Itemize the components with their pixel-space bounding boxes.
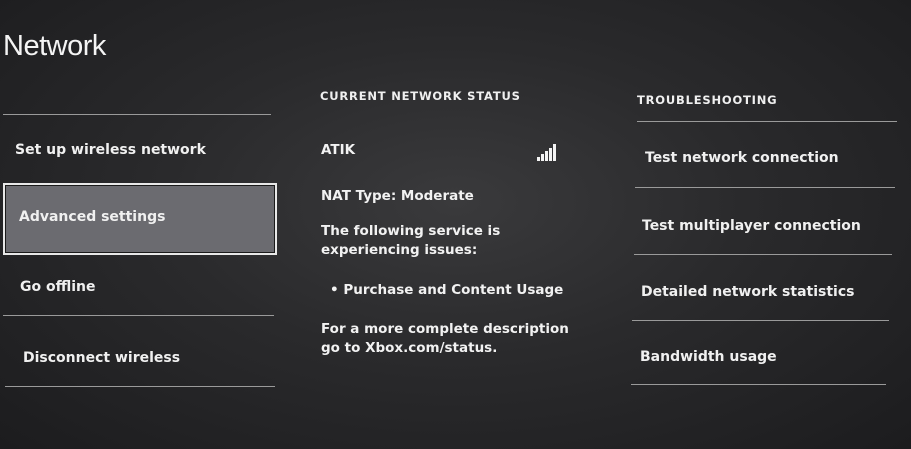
nat-type: NAT Type: Moderate [321,188,474,204]
signal-strength-icon [537,143,557,161]
page-title: Network [3,30,106,62]
divider [3,114,271,115]
divider [635,187,895,188]
detailed-network-statistics-button[interactable]: Detailed network statistics [641,284,854,300]
menu-item-setup-wireless[interactable]: Set up wireless network [3,135,273,165]
section-heading-troubleshooting: TROUBLESHOOTING [637,93,778,107]
divider [637,121,897,122]
service-issue-text: The following service is experiencing is… [321,223,501,258]
section-heading-status: CURRENT NETWORK STATUS [320,89,521,103]
test-network-connection-button[interactable]: Test network connection [645,150,839,166]
test-multiplayer-connection-button[interactable]: Test multiplayer connection [642,218,861,234]
menu-item-advanced-settings[interactable]: Advanced settings [3,183,277,255]
divider [5,386,275,387]
divider [3,315,274,316]
menu-item-label: Disconnect wireless [23,350,181,366]
affected-service: • Purchase and Content Usage [330,282,564,298]
network-name: ATIK [321,142,356,158]
bandwidth-usage-button[interactable]: Bandwidth usage [640,349,777,365]
menu-item-disconnect-wireless[interactable]: Disconnect wireless [3,343,275,373]
divider [631,384,886,385]
divider [634,254,892,255]
menu-item-go-offline[interactable]: Go offline [3,272,273,302]
status-more-info: For a more complete description go to Xb… [321,321,569,356]
menu-item-label: Go offline [20,279,96,295]
menu-item-label: Set up wireless network [15,142,206,158]
menu-item-label: Advanced settings [19,209,166,225]
divider [632,320,889,321]
